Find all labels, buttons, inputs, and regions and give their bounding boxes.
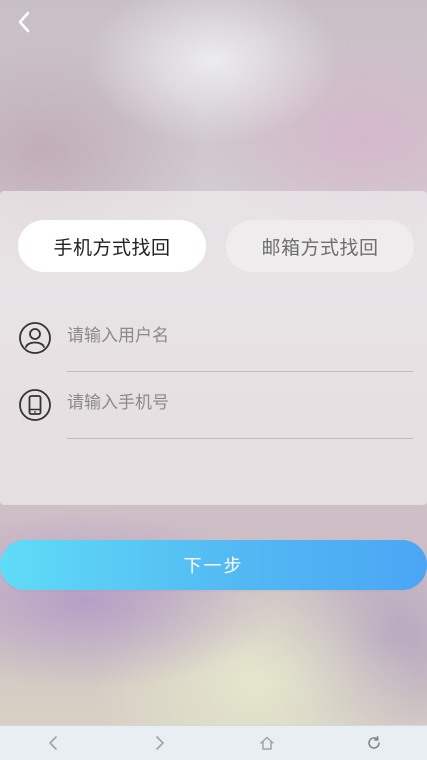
browser-nav-bar — [0, 725, 427, 760]
username-divider — [67, 371, 413, 372]
browser-refresh-button[interactable] — [320, 726, 427, 760]
tab-phone-recovery[interactable]: 手机方式找回 — [18, 220, 206, 272]
forward-arrow-icon — [156, 736, 164, 750]
tab-email-recovery[interactable]: 邮箱方式找回 — [226, 220, 414, 272]
user-icon — [18, 321, 52, 355]
refresh-icon — [367, 735, 380, 749]
browser-forward-button[interactable] — [107, 726, 214, 760]
back-button[interactable] — [12, 8, 36, 36]
home-icon — [260, 736, 274, 750]
username-input[interactable] — [67, 321, 413, 351]
back-arrow-icon — [49, 736, 58, 750]
browser-home-button[interactable] — [214, 726, 321, 760]
mobile-phone-icon — [18, 388, 52, 422]
chevron-left-icon — [18, 11, 30, 33]
next-step-button[interactable]: 下一步 — [0, 540, 427, 590]
browser-back-button[interactable] — [0, 726, 107, 760]
form-panel: 手机方式找回 邮箱方式找回 — [0, 191, 427, 505]
phone-input[interactable] — [67, 388, 413, 418]
phone-divider — [67, 438, 413, 439]
